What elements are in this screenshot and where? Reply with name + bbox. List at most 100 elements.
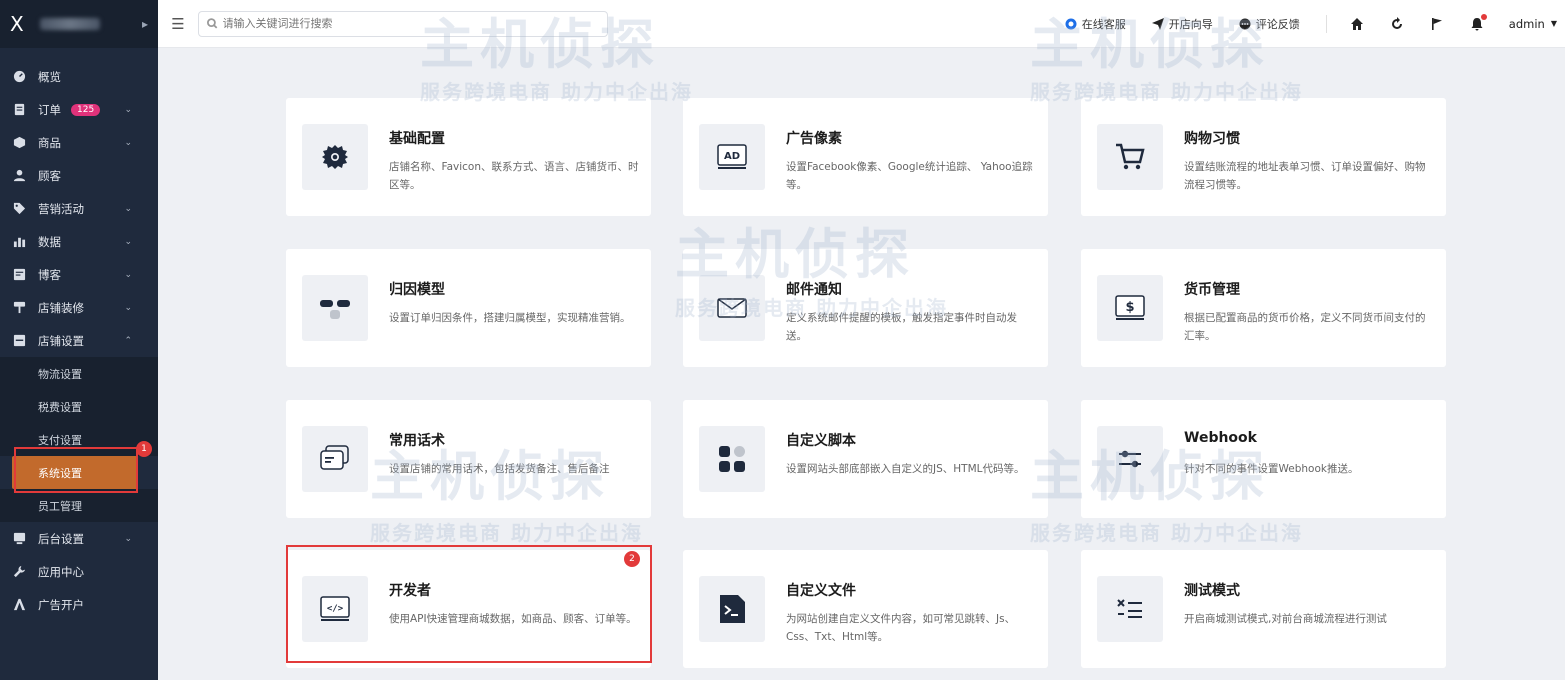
currency-icon: $ bbox=[1097, 275, 1163, 341]
user-name: admin bbox=[1508, 16, 1545, 31]
sidebar-item-decoration[interactable]: 店铺装修 ⌄ bbox=[0, 291, 158, 324]
brush-icon bbox=[12, 301, 26, 315]
order-count-badge: 125 bbox=[71, 103, 101, 116]
refresh-icon[interactable] bbox=[1389, 16, 1405, 32]
chevron-down-icon: ⌄ bbox=[124, 236, 132, 247]
blog-icon bbox=[12, 268, 26, 282]
card-description: 根据已配置商品的货币价格，定义不同货币间支付的汇率。 bbox=[1184, 312, 1426, 342]
svg-text:$: $ bbox=[1125, 300, 1134, 315]
sidebar-item-marketing[interactable]: 营销活动 ⌄ bbox=[0, 192, 158, 225]
highlight-system-settings bbox=[14, 447, 138, 493]
settings-card[interactable]: 自定义脚本 设置网站头部底部嵌入自定义的JS、HTML代码等。 bbox=[683, 400, 1048, 518]
gear-icon bbox=[302, 124, 368, 190]
sidebar-subitem-logistics[interactable]: 物流设置 bbox=[0, 357, 158, 390]
settings-card[interactable]: 自定义文件 为网站创建自定义文件内容，如可常见跳转、Js、Css、Txt、Htm… bbox=[683, 550, 1048, 668]
store-guide-link[interactable]: 开店向导 bbox=[1151, 16, 1213, 32]
mail-icon bbox=[699, 275, 765, 341]
card-title: 常用话术 bbox=[389, 433, 445, 449]
sidebar-item-label: 商品 bbox=[38, 135, 61, 150]
settings-card[interactable]: 购物习惯 设置结账流程的地址表单习惯、订单设置偏好、购物流程习惯等。 bbox=[1081, 98, 1446, 216]
hamburger-icon[interactable]: ☰ bbox=[158, 15, 198, 33]
sidebar-item-ads[interactable]: 广告开户 bbox=[0, 588, 158, 621]
terminal-file-icon bbox=[699, 576, 765, 642]
sidebar-item-orders[interactable]: 订单 125 ⌄ bbox=[0, 93, 158, 126]
ad-pixel-icon: AD bbox=[699, 124, 765, 190]
card-description: 设置结账流程的地址表单习惯、订单设置偏好、购物流程习惯等。 bbox=[1184, 161, 1426, 191]
box-icon bbox=[12, 136, 26, 150]
sidebar-item-label: 后台设置 bbox=[38, 531, 84, 546]
brand-logo[interactable]: X bbox=[10, 13, 32, 35]
card-description: 定义系统邮件提醒的模板，触发指定事件时自动发送。 bbox=[786, 312, 1017, 342]
sidebar-subitem-staff[interactable]: 员工管理 bbox=[0, 489, 158, 522]
cart-icon bbox=[1097, 124, 1163, 190]
sidebar-item-label: 订单 bbox=[38, 102, 61, 117]
topbar-divider bbox=[1325, 14, 1327, 33]
feedback-label: 评论反馈 bbox=[1255, 17, 1300, 31]
wrench-icon bbox=[12, 565, 26, 579]
online-service-icon bbox=[1065, 18, 1077, 29]
card-title: 邮件通知 bbox=[786, 282, 842, 298]
online-service-label: 在线客服 bbox=[1081, 17, 1126, 31]
sidebar-subitem-tax[interactable]: 税费设置 bbox=[0, 390, 158, 423]
chevron-down-icon: ⌄ bbox=[124, 533, 132, 544]
sidebar-item-data[interactable]: 数据 ⌄ bbox=[0, 225, 158, 258]
ad-icon bbox=[12, 598, 26, 612]
chevron-right-icon[interactable]: ▸ bbox=[142, 17, 148, 31]
bell-icon[interactable] bbox=[1469, 13, 1487, 32]
settings-card[interactable]: $ 货币管理 根据已配置商品的货币价格，定义不同货币间支付的汇率。 bbox=[1081, 249, 1446, 367]
sidebar-item-products[interactable]: 商品 ⌄ bbox=[0, 126, 158, 159]
sidebar-item-admin-settings[interactable]: 后台设置 ⌄ bbox=[0, 522, 158, 555]
sidebar-item-label: 概览 bbox=[38, 69, 61, 84]
card-description: 设置Facebook像素、Google统计追踪、 Yahoo追踪等。 bbox=[786, 161, 1033, 191]
settings-card[interactable]: 常用话术 设置店铺的常用话术，包括发货备注、售后备注 bbox=[286, 400, 651, 518]
bar-chart-icon bbox=[12, 235, 26, 249]
card-description: 店铺名称、Favicon、联系方式、语言、店铺货币、时区等。 bbox=[389, 161, 639, 191]
card-title: 广告像素 bbox=[786, 131, 842, 147]
brand-name-blurred bbox=[40, 18, 100, 30]
order-icon bbox=[12, 103, 26, 117]
card-description: 设置订单归因条件，搭建归属模型，实现精准营销。 bbox=[389, 312, 631, 324]
attribution-icon bbox=[302, 275, 368, 341]
settings-card[interactable]: 邮件通知 定义系统邮件提醒的模板，触发指定事件时自动发送。 bbox=[683, 249, 1048, 367]
search-icon bbox=[207, 18, 218, 29]
sliders-icon bbox=[1097, 426, 1163, 492]
card-description: 设置网站头部底部嵌入自定义的JS、HTML代码等。 bbox=[786, 463, 1025, 475]
settings-card[interactable]: 基础配置 店铺名称、Favicon、联系方式、语言、店铺货币、时区等。 bbox=[286, 98, 651, 216]
settings-card[interactable]: 归因模型 设置订单归因条件，搭建归属模型，实现精准营销。 bbox=[286, 249, 651, 367]
chevron-down-icon: ⌄ bbox=[124, 269, 132, 280]
svg-text:AD: AD bbox=[724, 151, 740, 162]
caret-down-icon: ▼ bbox=[1550, 19, 1557, 28]
card-title: 自定义脚本 bbox=[786, 433, 856, 449]
flag-icon[interactable] bbox=[1429, 16, 1445, 32]
user-menu[interactable]: admin ▼ bbox=[1509, 17, 1557, 31]
sidebar-item-label: 数据 bbox=[38, 234, 61, 249]
sidebar-item-label: 广告开户 bbox=[38, 597, 84, 612]
sidebar-item-apps[interactable]: 应用中心 bbox=[0, 555, 158, 588]
feedback-link[interactable]: 评论反馈 bbox=[1239, 16, 1300, 32]
chat-icon bbox=[302, 426, 368, 492]
sidebar-item-store-settings[interactable]: 店铺设置 ⌃ bbox=[0, 324, 158, 357]
card-title: 归因模型 bbox=[389, 282, 445, 298]
card-title: 自定义文件 bbox=[786, 583, 856, 599]
settings-card[interactable]: AD 广告像素 设置Facebook像素、Google统计追踪、 Yahoo追踪… bbox=[683, 98, 1048, 216]
home-icon[interactable] bbox=[1349, 16, 1365, 32]
sidebar-nav: 概览 订单 125 ⌄ 商品 ⌄ 顾客 营销活动 ⌄ 数据 ⌄ 博客 ⌄ 店铺装… bbox=[0, 48, 158, 621]
card-title: 货币管理 bbox=[1184, 282, 1240, 298]
topbar-actions: 在线客服 开店向导 评论反馈 admin ▼ bbox=[1065, 0, 1565, 48]
card-title: 测试模式 bbox=[1184, 583, 1240, 599]
chevron-down-icon: ⌄ bbox=[124, 302, 132, 313]
settings-card[interactable]: Webhook 针对不同的事件设置Webhook推送。 bbox=[1081, 400, 1446, 518]
settings-card[interactable]: 测试模式 开启商城测试模式,对前台商城流程进行测试 bbox=[1081, 550, 1446, 668]
search-input[interactable] bbox=[222, 17, 599, 30]
sidebar-item-blog[interactable]: 博客 ⌄ bbox=[0, 258, 158, 291]
chevron-down-icon: ⌄ bbox=[124, 137, 132, 148]
online-service-link[interactable]: 在线客服 bbox=[1065, 16, 1126, 32]
sidebar-item-label: 博客 bbox=[38, 267, 61, 282]
sidebar-item-overview[interactable]: 概览 bbox=[0, 60, 158, 93]
search-box[interactable] bbox=[198, 10, 608, 37]
grid-icon bbox=[699, 426, 765, 492]
sidebar-item-customers[interactable]: 顾客 bbox=[0, 159, 158, 192]
card-title: Webhook bbox=[1184, 430, 1257, 446]
notification-dot bbox=[1480, 13, 1487, 20]
annotation-badge-2: 2 bbox=[624, 551, 640, 567]
